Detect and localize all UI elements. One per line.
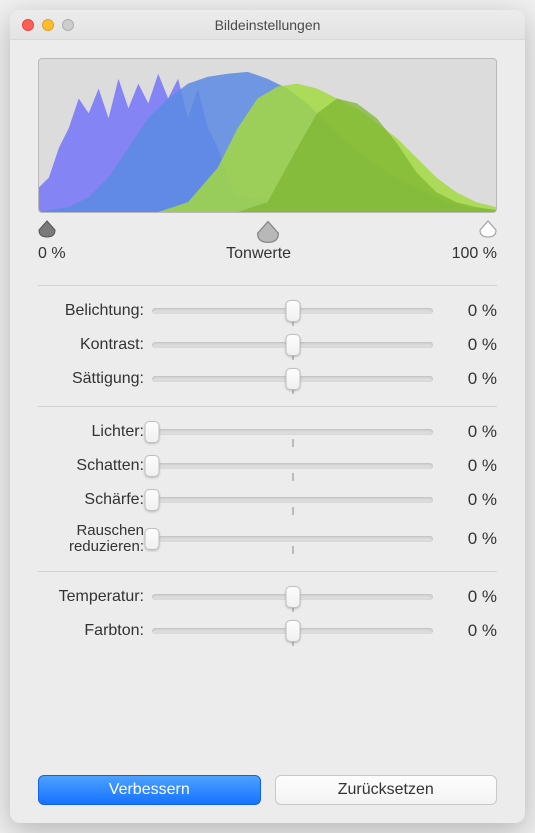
schatten-slider[interactable]	[152, 455, 433, 477]
levels-black-point[interactable]	[37, 219, 57, 239]
divider	[38, 406, 497, 407]
zoom-icon	[62, 19, 74, 31]
belichtung-slider[interactable]	[152, 300, 433, 322]
saettigung-slider-thumb[interactable]	[285, 368, 300, 390]
reset-button[interactable]: Zurücksetzen	[275, 775, 498, 805]
levels-white-point[interactable]	[478, 219, 498, 239]
slider-row-rauschen: Rauschenreduzieren: 0 %	[38, 523, 497, 555]
button-row: Verbessern Zurücksetzen	[38, 757, 497, 805]
rauschen-label: Rauschenreduzieren:	[38, 523, 144, 555]
temperatur-value: 0 %	[441, 587, 497, 607]
image-settings-window: Bildeinstellungen 0 % Ton	[10, 10, 525, 823]
divider	[38, 571, 497, 572]
levels-right-label: 100 %	[452, 245, 497, 263]
divider	[38, 285, 497, 286]
saettigung-value: 0 %	[441, 369, 497, 389]
content-area: 0 % Tonwerte 100 % Belichtung:0 %Kontras…	[10, 40, 525, 823]
schatten-slider-thumb[interactable]	[145, 455, 160, 477]
window-controls	[10, 19, 74, 31]
farbton-label: Farbton:	[38, 622, 144, 640]
kontrast-slider-thumb[interactable]	[285, 334, 300, 356]
slider-row-schaerfe: Schärfe: 0 %	[38, 489, 497, 511]
histogram	[38, 58, 497, 213]
schaerfe-value: 0 %	[441, 490, 497, 510]
lichter-label: Lichter:	[38, 423, 144, 441]
schaerfe-slider-thumb[interactable]	[145, 489, 160, 511]
kontrast-label: Kontrast:	[38, 336, 144, 354]
levels-labels: 0 % Tonwerte 100 %	[38, 245, 497, 263]
slider-row-farbton: Farbton: 0 %	[38, 620, 497, 642]
levels-mid-point[interactable]	[255, 219, 281, 245]
slider-group-2: Lichter:0 %Schatten:0 %Schärfe:0 %Rausch…	[38, 421, 497, 555]
rauschen-value: 0 %	[441, 529, 497, 549]
kontrast-slider[interactable]	[152, 334, 433, 356]
lichter-slider[interactable]	[152, 421, 433, 443]
slider-row-belichtung: Belichtung: 0 %	[38, 300, 497, 322]
farbton-slider-thumb[interactable]	[285, 620, 300, 642]
rauschen-slider[interactable]	[152, 528, 433, 550]
schaerfe-slider[interactable]	[152, 489, 433, 511]
saettigung-slider[interactable]	[152, 368, 433, 390]
minimize-icon[interactable]	[42, 19, 54, 31]
slider-row-saettigung: Sättigung: 0 %	[38, 368, 497, 390]
schaerfe-label: Schärfe:	[38, 491, 144, 509]
window-title: Bildeinstellungen	[10, 17, 525, 33]
schatten-label: Schatten:	[38, 457, 144, 475]
farbton-value: 0 %	[441, 621, 497, 641]
saettigung-label: Sättigung:	[38, 370, 144, 388]
schatten-value: 0 %	[441, 456, 497, 476]
levels-left-label: 0 %	[38, 245, 66, 263]
lichter-value: 0 %	[441, 422, 497, 442]
temperatur-slider-thumb[interactable]	[285, 586, 300, 608]
temperatur-slider[interactable]	[152, 586, 433, 608]
belichtung-label: Belichtung:	[38, 302, 144, 320]
farbton-slider[interactable]	[152, 620, 433, 642]
levels-slider[interactable]	[38, 219, 497, 241]
slider-row-temperatur: Temperatur: 0 %	[38, 586, 497, 608]
slider-row-lichter: Lichter: 0 %	[38, 421, 497, 443]
rauschen-slider-thumb[interactable]	[145, 528, 160, 550]
levels-center-label: Tonwerte	[226, 245, 291, 263]
close-icon[interactable]	[22, 19, 34, 31]
enhance-button[interactable]: Verbessern	[38, 775, 261, 805]
titlebar: Bildeinstellungen	[10, 10, 525, 40]
kontrast-value: 0 %	[441, 335, 497, 355]
slider-group-3: Temperatur: 0 % Farbton: 0 %	[38, 586, 497, 642]
temperatur-label: Temperatur:	[38, 588, 144, 606]
lichter-slider-thumb[interactable]	[145, 421, 160, 443]
belichtung-value: 0 %	[441, 301, 497, 321]
slider-row-kontrast: Kontrast: 0 %	[38, 334, 497, 356]
slider-group-1: Belichtung: 0 % Kontrast: 0 % Sättigung: 0 %	[38, 300, 497, 390]
belichtung-slider-thumb[interactable]	[285, 300, 300, 322]
slider-row-schatten: Schatten: 0 %	[38, 455, 497, 477]
